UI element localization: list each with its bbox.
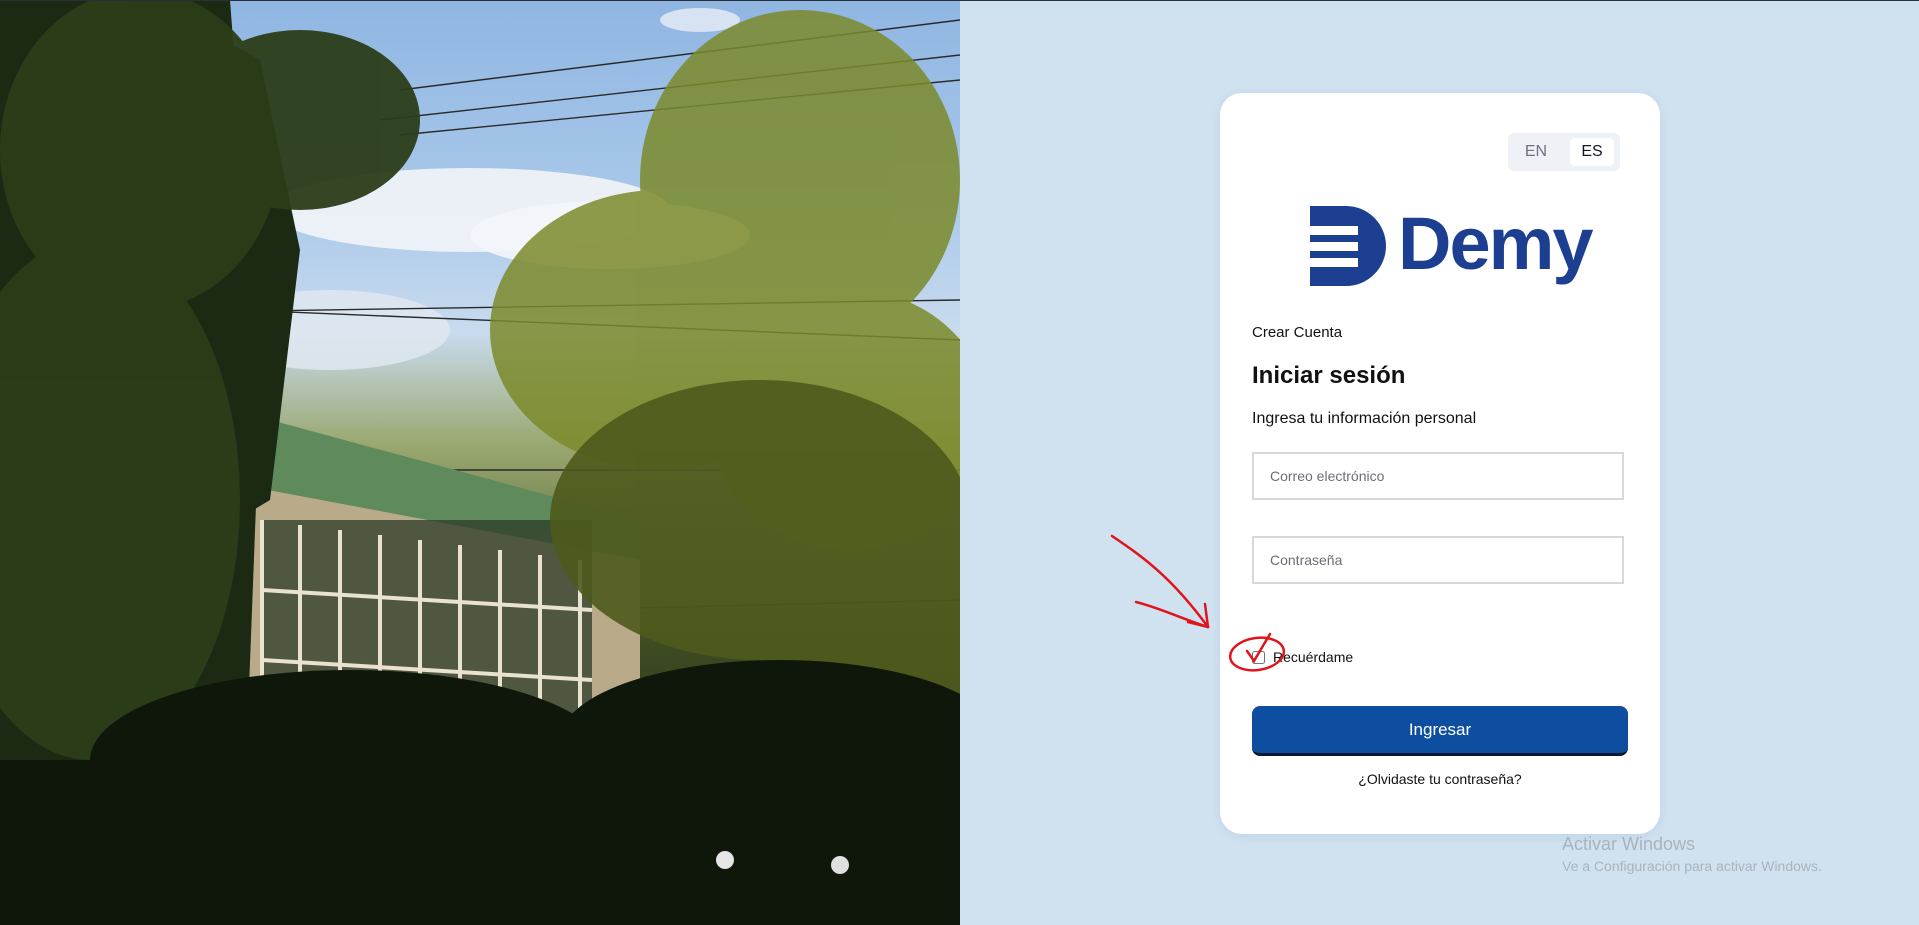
demy-logo-icon <box>1310 206 1386 286</box>
brand-logo: Demy <box>1310 202 1600 286</box>
create-account-link[interactable]: Crear Cuenta <box>1252 324 1342 341</box>
background-photo <box>0 0 960 925</box>
login-button[interactable]: Ingresar <box>1252 706 1628 756</box>
login-card: EN ES Demy Crear Cuenta Iniciar sesión I… <box>1220 93 1660 834</box>
forgot-password-link[interactable]: ¿Olvidaste tu contraseña? <box>1220 771 1660 787</box>
password-field[interactable] <box>1252 536 1624 584</box>
windows-activation-title: Activar Windows <box>1562 834 1696 854</box>
photo-illustration <box>0 0 960 925</box>
email-field[interactable] <box>1252 452 1624 500</box>
remember-me[interactable]: Recuérdame <box>1252 647 1353 667</box>
language-switch: EN ES <box>1508 133 1620 171</box>
remember-me-checkbox[interactable] <box>1252 650 1265 664</box>
page-title: Iniciar sesión <box>1252 362 1406 389</box>
brand-name: Demy <box>1398 202 1594 285</box>
page-subtitle: Ingresa tu información personal <box>1252 410 1477 427</box>
remember-me-label[interactable]: Recuérdame <box>1273 649 1353 665</box>
language-option-en[interactable]: EN <box>1514 138 1558 166</box>
language-option-es[interactable]: ES <box>1570 138 1614 166</box>
window-top-border <box>0 0 1919 1</box>
windows-activation-subtitle: Ve a Configuración para activar Windows. <box>1562 858 1822 874</box>
